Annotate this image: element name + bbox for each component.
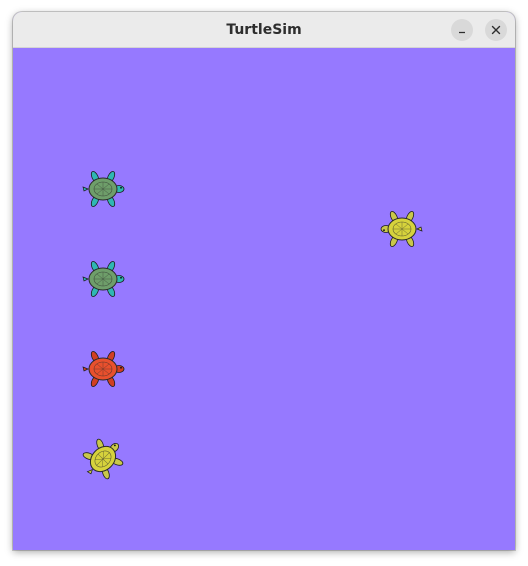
minimize-icon	[457, 25, 467, 35]
turtle-canvas	[13, 48, 515, 550]
turtle-icon	[377, 204, 427, 254]
turtle-icon	[78, 254, 128, 304]
minimize-button[interactable]	[451, 19, 473, 41]
turtle-icon	[78, 434, 128, 484]
turtle-icon	[78, 164, 128, 214]
turtle-icon	[78, 344, 128, 394]
turtlesim-window: TurtleSim	[13, 12, 515, 550]
window-title: TurtleSim	[226, 22, 302, 38]
close-icon	[491, 25, 501, 35]
title-bar[interactable]: TurtleSim	[13, 12, 515, 48]
close-button[interactable]	[485, 19, 507, 41]
